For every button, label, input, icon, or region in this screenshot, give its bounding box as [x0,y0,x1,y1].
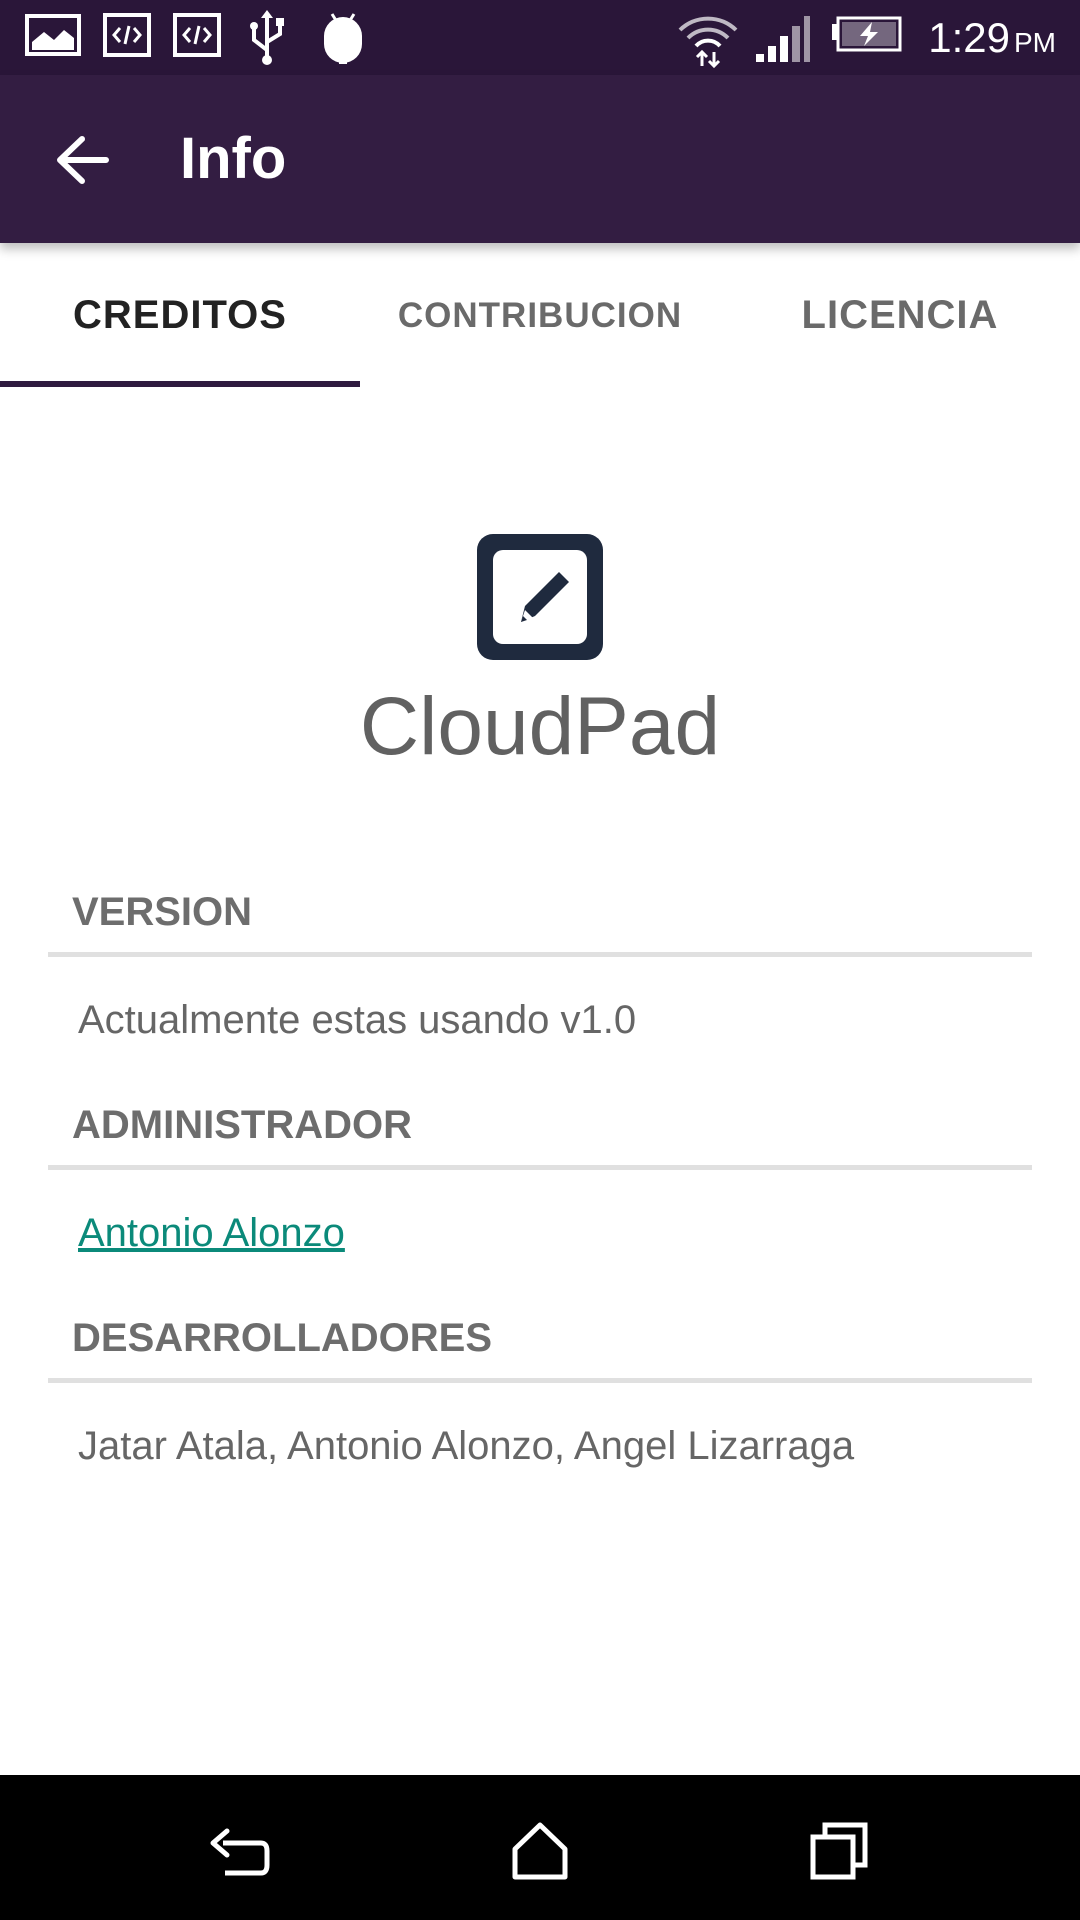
tab-creditos-label: CREDITOS [73,293,287,337]
signal-icon [756,16,810,62]
back-nav-icon[interactable] [205,1815,275,1885]
status-bar: 1:29 PM [0,0,1080,75]
back-arrow-icon[interactable] [50,127,116,193]
divider [48,1165,1032,1170]
version-text: Actualmente estas usando v1.0 [78,998,637,1042]
tab-contribucion-label: CONTRIBUCION [397,295,683,335]
page-title: Info [180,126,287,191]
usb-icon [250,10,284,65]
tab-licencia-label: LICENCIA [801,293,999,337]
gallery-icon [25,14,81,56]
battery-charging-icon [832,16,902,52]
wifi-icon [678,16,738,69]
section-header-version: VERSION [72,890,253,934]
tab-licencia[interactable]: LICENCIA [720,243,1080,388]
app-bar: Info [0,75,1080,243]
divider [48,952,1032,957]
clock-ampm: PM [1014,27,1056,58]
code-icon [173,13,221,57]
tab-creditos[interactable]: CREDITOS [0,243,360,388]
developers-text: Jatar Atala, Antonio Alonzo, Angel Lizar… [78,1424,855,1468]
section-header-administrador: ADMINISTRADOR [72,1103,412,1147]
navigation-bar [0,1775,1080,1920]
android-debug-icon [324,13,362,64]
recent-apps-nav-icon[interactable] [805,1815,875,1885]
clock: 1:29 PM [928,14,1056,62]
app-name: CloudPad [359,681,721,772]
code-icon [103,13,151,57]
tab-indicator [0,381,360,387]
tab-contribucion[interactable]: CONTRIBUCION [360,243,720,388]
clock-time: 1:29 [928,14,1010,61]
home-nav-icon[interactable] [505,1815,575,1885]
tab-bar: CREDITOS CONTRIBUCION LICENCIA [0,243,1080,388]
administrator-link[interactable]: Antonio Alonzo [78,1211,345,1256]
divider [48,1378,1032,1383]
edit-note-icon [477,534,603,660]
section-header-desarrolladores: DESARROLLADORES [72,1316,493,1360]
